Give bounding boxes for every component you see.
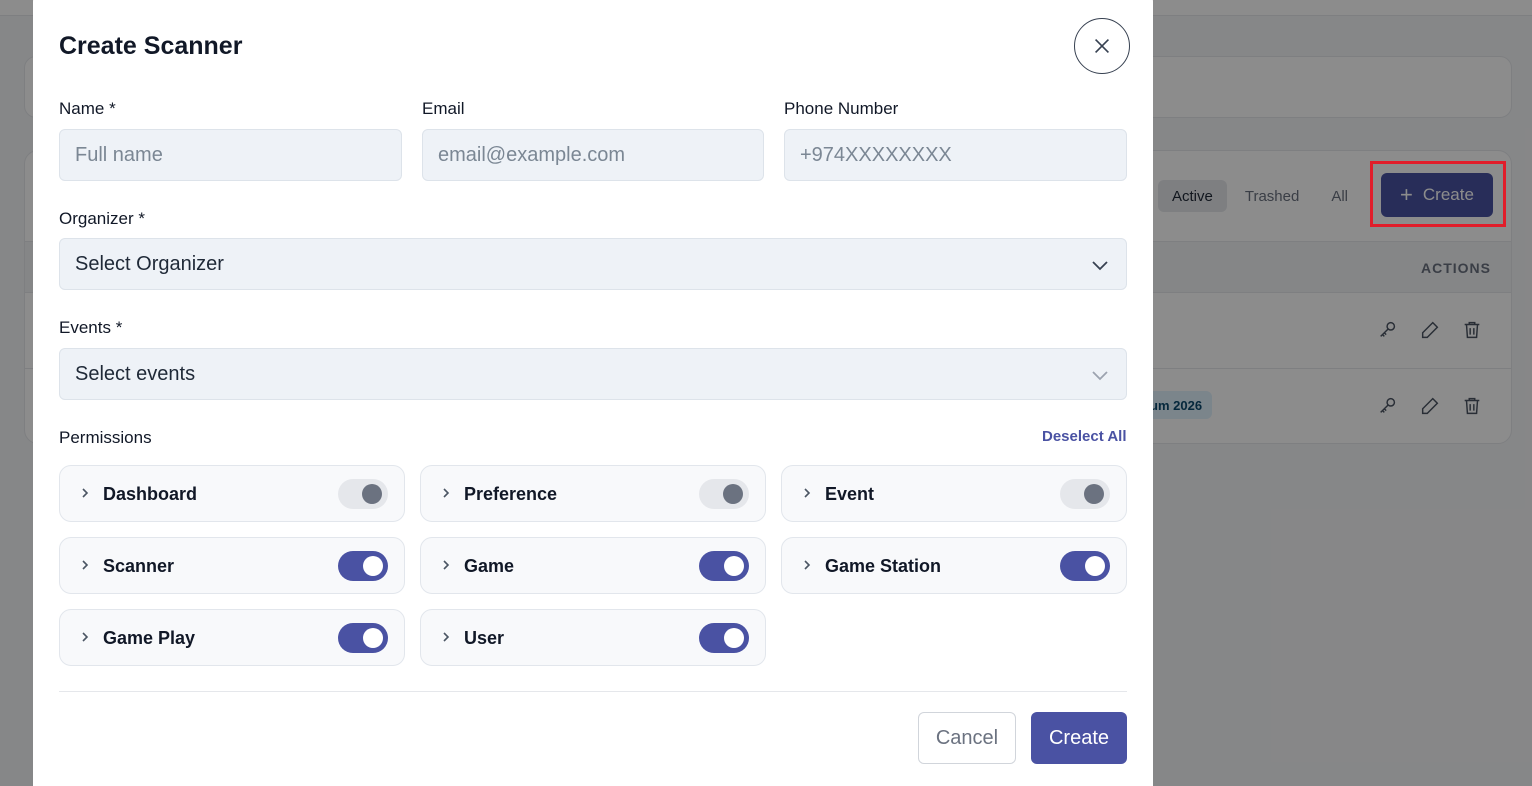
name-label: Name * (59, 99, 116, 118)
chevron-right-icon[interactable] (439, 486, 453, 500)
name-input[interactable] (59, 129, 402, 181)
chevron-right-icon[interactable] (78, 630, 92, 644)
organizer-select-value: Select Organizer (75, 252, 224, 275)
events-label: Events * (59, 318, 123, 337)
permission-toggle[interactable] (338, 623, 388, 653)
close-icon (1094, 38, 1110, 54)
chevron-right-icon[interactable] (439, 630, 453, 644)
permission-name: Scanner (103, 556, 175, 576)
permission-name: Dashboard (103, 484, 198, 504)
chevron-right-icon[interactable] (439, 558, 453, 572)
permission-name: Game Play (103, 628, 196, 648)
toggle-knob (363, 556, 383, 576)
toggle-knob (724, 628, 744, 648)
permission-toggle[interactable] (699, 479, 749, 509)
permission-card-dashboard[interactable]: Dashboard (59, 465, 405, 522)
permission-card-event[interactable]: Event (781, 465, 1127, 522)
phone-input[interactable] (784, 129, 1127, 181)
permission-card-preference[interactable]: Preference (420, 465, 766, 522)
organizer-label: Organizer * (59, 209, 145, 228)
permission-name: Game Station (825, 556, 942, 576)
permission-toggle[interactable] (338, 551, 388, 581)
permission-card-scanner[interactable]: Scanner (59, 537, 405, 594)
chevron-right-icon[interactable] (800, 558, 814, 572)
chevron-down-icon (1092, 261, 1108, 271)
toggle-knob (362, 484, 382, 504)
organizer-select[interactable]: Select Organizer (59, 238, 1127, 290)
create-button[interactable]: Create (1031, 712, 1127, 764)
modal-footer-divider (59, 691, 1127, 692)
events-select[interactable]: Select events (59, 348, 1127, 400)
permission-name: Preference (464, 484, 558, 504)
permission-name: Game (464, 556, 515, 576)
highlight-annotation (1370, 161, 1506, 227)
permission-toggle[interactable] (338, 479, 388, 509)
toggle-knob (1084, 484, 1104, 504)
permission-toggle[interactable] (1060, 479, 1110, 509)
chevron-right-icon[interactable] (78, 486, 92, 500)
events-select-value: Select events (75, 362, 196, 385)
deselect-all-link[interactable]: Deselect All (1042, 428, 1127, 445)
email-input[interactable] (422, 129, 764, 181)
permission-toggle[interactable] (699, 623, 749, 653)
modal-title: Create Scanner (59, 32, 243, 60)
permission-card-game[interactable]: Game (420, 537, 766, 594)
chevron-right-icon[interactable] (800, 486, 814, 500)
toggle-knob (363, 628, 383, 648)
phone-label: Phone Number (784, 99, 899, 118)
email-label: Email (422, 99, 465, 118)
permission-toggle[interactable] (1060, 551, 1110, 581)
create-scanner-modal: Create Scanner Name * Email Phone Number… (33, 0, 1153, 786)
permission-card-game-play[interactable]: Game Play (59, 609, 405, 666)
permission-name: User (464, 628, 505, 648)
toggle-knob (1085, 556, 1105, 576)
permission-card-user[interactable]: User (420, 609, 766, 666)
cancel-button[interactable]: Cancel (918, 712, 1016, 764)
permission-toggle[interactable] (699, 551, 749, 581)
close-button[interactable] (1074, 18, 1130, 74)
toggle-knob (723, 484, 743, 504)
toggle-knob (724, 556, 744, 576)
permissions-label: Permissions (59, 428, 152, 447)
chevron-right-icon[interactable] (78, 558, 92, 572)
chevron-down-icon (1092, 371, 1108, 381)
permission-card-game-station[interactable]: Game Station (781, 537, 1127, 594)
permission-name: Event (825, 484, 875, 504)
